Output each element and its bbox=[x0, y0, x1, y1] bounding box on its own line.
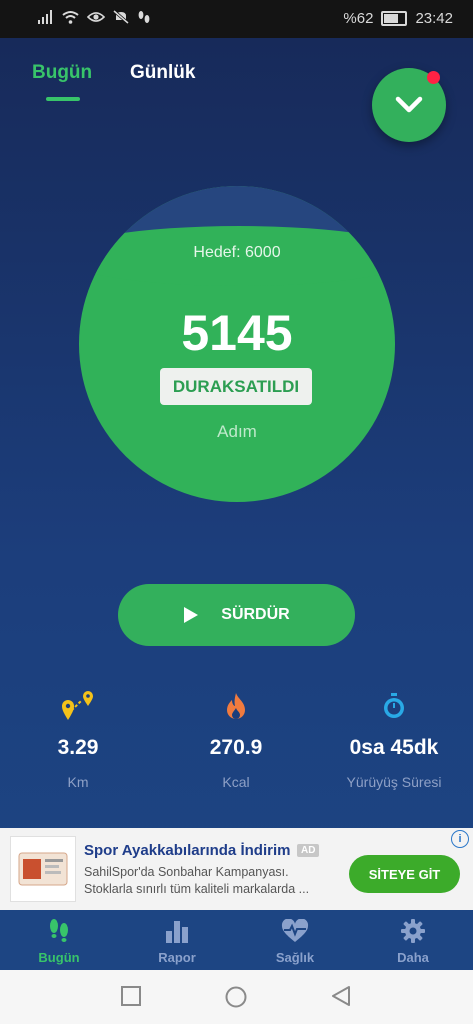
ad-badge: AD bbox=[297, 844, 320, 857]
distance-label: Km bbox=[67, 774, 89, 790]
signal-icon bbox=[38, 10, 52, 24]
resume-button[interactable]: SÜRDÜR bbox=[118, 584, 355, 646]
eye-icon bbox=[87, 12, 105, 22]
stat-calories: 270.9 Kcal bbox=[166, 690, 306, 790]
tab-today[interactable]: Bugün bbox=[32, 62, 92, 84]
status-bar: %62 23:42 bbox=[0, 0, 473, 38]
expand-button[interactable] bbox=[372, 68, 446, 142]
distance-value: 3.29 bbox=[57, 736, 99, 759]
ad-info-icon[interactable]: i bbox=[451, 830, 469, 848]
ad-image[interactable] bbox=[10, 836, 76, 902]
mute-icon bbox=[113, 10, 129, 24]
nav-item-today[interactable]: Bugün bbox=[14, 918, 104, 965]
duration-value: 0sa 45dk bbox=[349, 736, 439, 759]
notification-dot bbox=[427, 71, 440, 84]
ad-banner[interactable]: Spor Ayakkabılarında İndirim AD SahilSpo… bbox=[0, 828, 473, 910]
stopwatch-icon bbox=[384, 693, 404, 718]
step-progress-circle: Hedef: 6000 5145 DURAKSATILDI Adım bbox=[79, 186, 395, 502]
resume-label: SÜRDÜR bbox=[221, 606, 290, 623]
nav-item-health[interactable]: Sağlık bbox=[250, 918, 340, 965]
main-screen: Bugün Günlük Hedef: 6000 5145 DURAKSATIL… bbox=[0, 38, 473, 908]
visit-site-button[interactable]: SİTEYE GİT bbox=[349, 855, 460, 893]
step-count: 5145 bbox=[181, 305, 293, 361]
system-nav-bar bbox=[0, 970, 473, 1024]
stat-distance: 3.29 Km bbox=[8, 690, 148, 790]
steps-status-icon bbox=[138, 11, 150, 23]
nav-label-today: Bugün bbox=[38, 950, 80, 965]
tab-daily[interactable]: Günlük bbox=[130, 62, 195, 84]
ad-title[interactable]: Spor Ayakkabılarında İndirim bbox=[84, 842, 290, 859]
goal-label: Hedef: 6000 bbox=[193, 244, 281, 261]
tab-indicator bbox=[46, 97, 80, 101]
play-icon bbox=[184, 607, 199, 623]
battery-percent: %62 bbox=[343, 10, 374, 27]
flame-icon bbox=[227, 693, 245, 719]
bottom-nav: Bugün Rapor Sağlık Daha bbox=[0, 910, 473, 970]
clock: 23:42 bbox=[415, 10, 453, 27]
nav-label-health: Sağlık bbox=[275, 950, 315, 965]
footsteps-icon bbox=[50, 919, 68, 942]
wifi-icon bbox=[62, 11, 79, 24]
ad-description[interactable]: SahilSpor'da Sonbahar Kampanyası. Stokla… bbox=[84, 864, 334, 898]
bar-chart-icon bbox=[166, 921, 188, 943]
duration-label: Yürüyüş Süresi bbox=[346, 774, 442, 790]
battery-icon bbox=[381, 11, 408, 26]
gear-icon bbox=[401, 919, 425, 943]
steps-unit: Adım bbox=[217, 422, 257, 441]
nav-item-more[interactable]: Daha bbox=[368, 918, 458, 965]
chevron-down-icon bbox=[395, 96, 423, 113]
nav-label-report: Rapor bbox=[158, 950, 196, 965]
back-icon[interactable] bbox=[331, 986, 351, 1006]
stat-duration: 0sa 45dk Yürüyüş Süresi bbox=[324, 690, 464, 790]
calories-label: Kcal bbox=[222, 774, 250, 790]
heart-pulse-icon bbox=[281, 919, 309, 942]
nav-label-more: Daha bbox=[397, 950, 429, 965]
paused-badge: DURAKSATILDI bbox=[160, 368, 312, 405]
recent-apps-icon[interactable] bbox=[121, 986, 141, 1006]
ad-product-image bbox=[18, 852, 68, 886]
calories-value: 270.9 bbox=[209, 736, 263, 759]
nav-item-report[interactable]: Rapor bbox=[132, 918, 222, 965]
home-icon[interactable] bbox=[225, 986, 247, 1008]
route-pin-icon bbox=[62, 691, 93, 720]
